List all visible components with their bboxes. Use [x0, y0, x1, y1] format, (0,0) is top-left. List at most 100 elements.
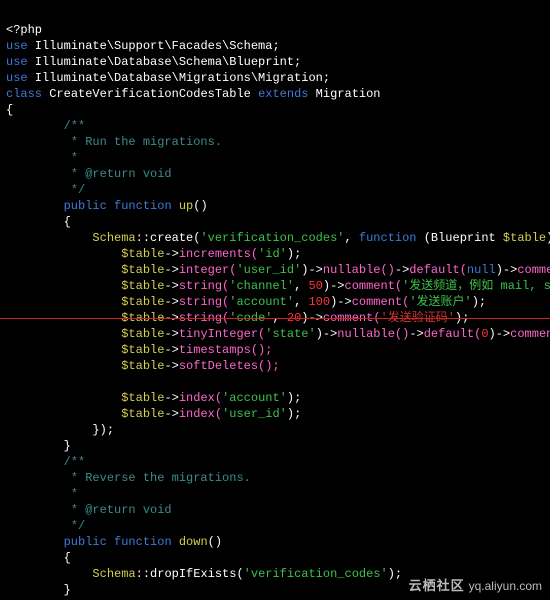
table-var: $table [503, 231, 546, 245]
arrow: -> [164, 295, 178, 309]
scope: ::create( [136, 231, 201, 245]
brace: { [6, 215, 71, 229]
string: 'user_id' [236, 263, 301, 277]
end: ); [287, 407, 301, 421]
extends-keyword: extends [258, 87, 308, 101]
end: ); [388, 567, 402, 581]
parent-class: Migration [308, 87, 380, 101]
brace: { [6, 551, 71, 565]
arrow: -> [164, 311, 178, 325]
arrow: -> [164, 343, 178, 357]
doc-comment: * [6, 151, 78, 165]
schema-class: Schema [92, 231, 135, 245]
arrow: -> [323, 327, 337, 341]
number: 0 [481, 327, 488, 341]
brace: } [6, 439, 71, 453]
string: 'channel' [229, 279, 294, 293]
end: ); [287, 247, 301, 261]
doc-comment: * @return void [6, 503, 172, 517]
string: 'account' [229, 295, 294, 309]
public-keyword: public [64, 199, 107, 213]
string: '发送验证码' [381, 311, 455, 325]
arrow: -> [496, 327, 510, 341]
class-name: CreateVerificationCodesTable [42, 87, 258, 101]
function-keyword: function [107, 199, 179, 213]
table-var: $table [121, 327, 164, 341]
use-keyword: use [6, 55, 28, 69]
doc-comment: */ [6, 183, 85, 197]
string: 'verification_codes' [244, 567, 388, 581]
table-var: $table [121, 311, 164, 325]
arrow: -> [409, 327, 423, 341]
end: ); [455, 311, 469, 325]
arrow: -> [308, 263, 322, 277]
string-method: string( [179, 279, 229, 293]
method-name-down: down [179, 535, 208, 549]
string: '发送账户' [409, 295, 471, 309]
comma: , [344, 231, 358, 245]
php-open-tag: <?php [6, 23, 42, 37]
arrow: -> [164, 279, 178, 293]
string: 'verification_codes' [200, 231, 344, 245]
nullable-method: nullable() [337, 327, 409, 341]
use-keyword: use [6, 71, 28, 85]
method-name-up: up [179, 199, 193, 213]
table-var: $table [121, 343, 164, 357]
arrow: -> [164, 391, 178, 405]
doc-comment: * Reverse the migrations. [6, 471, 251, 485]
table-var: $table [121, 391, 164, 405]
doc-comment: */ [6, 519, 85, 533]
namespace: Illuminate\Support\Facades\Schema; [28, 39, 280, 53]
arrow: -> [330, 279, 344, 293]
parens: () [208, 535, 222, 549]
brace: } [6, 583, 71, 597]
comment-method: comment( [345, 279, 403, 293]
comment-method: comment( [510, 327, 550, 341]
arrow: -> [164, 359, 178, 373]
param: (Blueprint [424, 231, 503, 245]
integer-method: integer( [179, 263, 237, 277]
doc-comment: /** [6, 455, 85, 469]
close: ) { [546, 231, 550, 245]
string-method: string( [179, 295, 229, 309]
brace: { [6, 103, 13, 117]
string: 'user_id' [222, 407, 287, 421]
arrow: -> [164, 263, 178, 277]
arrow: -> [164, 247, 178, 261]
null-literal: null [467, 263, 496, 277]
watermark-cn: 云栖社区 [409, 578, 465, 593]
number: 20 [287, 311, 301, 325]
number: 100 [308, 295, 330, 309]
table-var: $table [121, 247, 164, 261]
increments-method: increments( [179, 247, 258, 261]
nullable-method: nullable() [323, 263, 395, 277]
function-keyword: function [107, 535, 179, 549]
table-var: $table [121, 263, 164, 277]
table-var: $table [121, 407, 164, 421]
code-block: <?php use Illuminate\Support\Facades\Sch… [0, 0, 550, 600]
public-keyword: public [64, 535, 107, 549]
comment-method: comment( [352, 295, 410, 309]
comment-method: comment( [323, 311, 381, 325]
watermark-url: yq.aliyun.com [469, 579, 542, 593]
timestamps-method: timestamps(); [179, 343, 273, 357]
namespace: Illuminate\Database\Migrations\Migration… [28, 71, 330, 85]
close-callback: }); [6, 423, 114, 437]
dropifexists-method: ::dropIfExists( [136, 567, 244, 581]
doc-comment: * [6, 487, 78, 501]
string: 'state' [265, 327, 315, 341]
table-var: $table [121, 295, 164, 309]
arrow: -> [309, 311, 323, 325]
string: 'code' [229, 311, 272, 325]
class-keyword: class [6, 87, 42, 101]
tinyinteger-method: tinyInteger( [179, 327, 265, 341]
struck-line: $table->string('code', 20)->comment('发送验… [6, 310, 544, 326]
doc-comment: * @return void [6, 167, 172, 181]
doc-comment: /** [6, 119, 85, 133]
end: ); [287, 391, 301, 405]
parens: () [193, 199, 207, 213]
end: ); [472, 295, 486, 309]
arrow: -> [395, 263, 409, 277]
number: 50 [308, 279, 322, 293]
default-method: default( [409, 263, 467, 277]
